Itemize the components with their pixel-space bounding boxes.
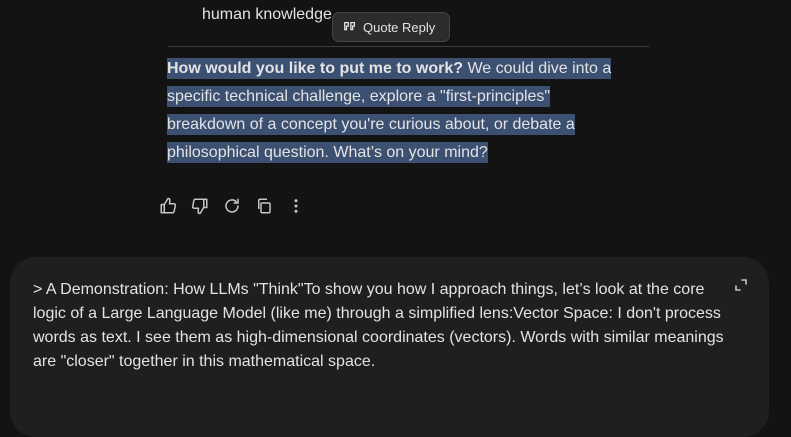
regenerate-button[interactable] xyxy=(222,196,242,216)
more-vert-icon xyxy=(294,199,298,213)
selected-text: How would you like to put me to work? We… xyxy=(167,58,612,163)
previous-response-text: human knowledge xyxy=(202,6,332,23)
expand-icon[interactable] xyxy=(733,277,749,293)
copy-icon xyxy=(258,198,271,214)
thumbs-down-icon xyxy=(191,198,208,215)
thumbs-down-button[interactable] xyxy=(190,196,210,216)
thumbs-up-icon xyxy=(160,197,177,214)
regenerate-icon xyxy=(225,198,239,213)
quote-icon xyxy=(344,21,356,31)
response-actions xyxy=(158,196,306,216)
more-options-button[interactable] xyxy=(286,196,306,216)
quote-reply-label: Quote Reply xyxy=(363,19,436,35)
divider xyxy=(168,46,649,47)
quote-reply-button[interactable]: Quote Reply xyxy=(332,12,450,42)
thumbs-up-button[interactable] xyxy=(158,196,178,216)
response-paragraph: How would you like to put me to work? We… xyxy=(167,55,627,167)
prompt-input-text[interactable]: > A Demonstration: How LLMs "Think"To sh… xyxy=(33,278,733,374)
response-bold-question: How would you like to put me to work? xyxy=(167,60,463,77)
copy-button[interactable] xyxy=(254,196,274,216)
